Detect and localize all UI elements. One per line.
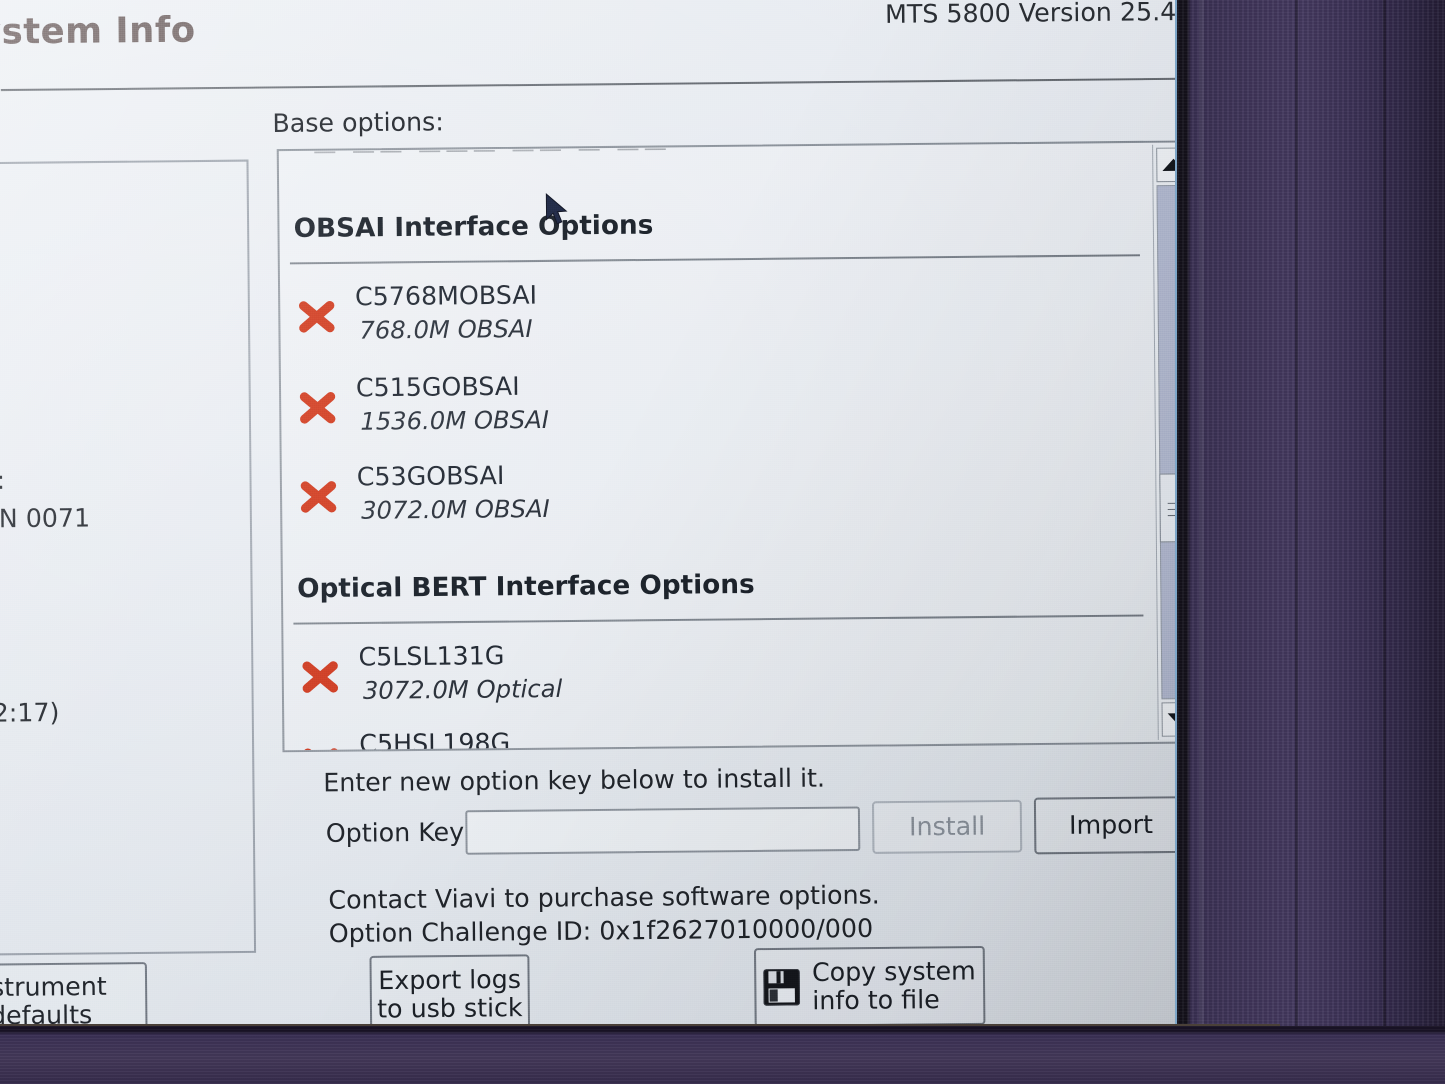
- install-button[interactable]: Install: [871, 799, 1023, 854]
- x-mark-icon: [300, 657, 341, 698]
- copy-system-info-button[interactable]: Copy system info to file: [753, 945, 986, 1028]
- x-mark-icon: [297, 387, 338, 428]
- instrument-screen: ystem Info MTS 5800 Version 25.4.1 : SN …: [0, 0, 1194, 1040]
- copy-info-line-1: Copy system: [811, 956, 976, 988]
- option-name: C515GOBSAI: [355, 371, 520, 403]
- option-description: 3072.0M OBSAI: [361, 494, 550, 525]
- export-logs-line-1: Export logs: [378, 964, 522, 996]
- option-row[interactable]: C5HSL198G: [301, 724, 1131, 753]
- option-name: C5HSL198G: [359, 727, 511, 753]
- import-button[interactable]: Import: [1033, 796, 1189, 855]
- copy-info-line-2: info to file: [812, 984, 940, 1016]
- left-info-line-0: :: [0, 465, 6, 495]
- header-divider: [0, 77, 1194, 92]
- option-name: C5768MOBSAI: [354, 280, 538, 312]
- options-list[interactable]: — —— ——— —— — —— OBSAI Interface Options…: [276, 140, 1194, 753]
- option-description: 768.0M OBSAI: [359, 314, 533, 345]
- options-list-content: — —— ——— —— — —— OBSAI Interface Options…: [279, 140, 1157, 753]
- challenge-id-line: Option Challenge ID: 0x1f2627010000/000: [328, 913, 874, 949]
- install-instruction: Enter new option key below to install it…: [323, 763, 826, 798]
- base-options-label: Base options:: [272, 107, 444, 139]
- export-logs-button[interactable]: Export logs to usb stick: [369, 954, 531, 1035]
- option-row[interactable]: C5768MOBSAI 768.0M OBSAI: [296, 277, 1126, 345]
- instrument-info-panel: [0, 159, 257, 957]
- header: ystem Info MTS 5800 Version 25.4.1: [0, 0, 1194, 79]
- page-title: ystem Info: [0, 10, 196, 53]
- left-info-line-1: SN 0071: [0, 503, 91, 534]
- x-mark-icon: [298, 476, 339, 517]
- floppy-disk-icon: [763, 968, 801, 1006]
- section-rule-optical-bert: [293, 614, 1144, 625]
- option-row[interactable]: C515GOBSAI 1536.0M OBSAI: [297, 368, 1127, 436]
- system-info-app: ystem Info MTS 5800 Version 25.4.1 : SN …: [0, 0, 1194, 1040]
- option-key-input[interactable]: [465, 806, 861, 855]
- restore-defaults-line-1: nstrument: [0, 971, 107, 1003]
- contact-info: Contact Viavi to purchase software optio…: [328, 878, 880, 950]
- option-row[interactable]: C53GOBSAI 3072.0M OBSAI: [298, 457, 1128, 525]
- section-heading-obsai: OBSAI Interface Options: [293, 210, 654, 245]
- contact-line-1: Contact Viavi to purchase software optio…: [328, 880, 880, 915]
- option-row[interactable]: C5LSL131G 3072.0M Optical: [300, 637, 1130, 705]
- device-bezel-right: [1177, 0, 1445, 1084]
- x-mark-icon: [301, 744, 342, 753]
- export-logs-line-2: to usb stick: [377, 992, 523, 1024]
- device-photo: ystem Info MTS 5800 Version 25.4.1 : SN …: [0, 0, 1445, 1084]
- section-heading-optical-bert: Optical BERT Interface Options: [296, 569, 755, 605]
- x-mark-icon: [296, 296, 337, 337]
- version-label: MTS 5800 Version 25.4.1: [884, 0, 1194, 29]
- mouse-pointer-icon: [544, 193, 571, 228]
- clipped-previous-row: — —— ——— —— — ——: [313, 140, 672, 165]
- option-key-label: Option Key: [325, 817, 465, 849]
- option-description: 3072.0M Optical: [362, 674, 563, 705]
- section-rule-obsai: [289, 254, 1141, 265]
- device-bezel-bottom: [0, 1026, 1445, 1084]
- option-name: C53GOBSAI: [356, 460, 505, 492]
- option-description: 1536.0M OBSAI: [360, 405, 550, 436]
- left-info-line-2: 2:17): [0, 697, 60, 728]
- option-name: C5LSL131G: [358, 640, 505, 672]
